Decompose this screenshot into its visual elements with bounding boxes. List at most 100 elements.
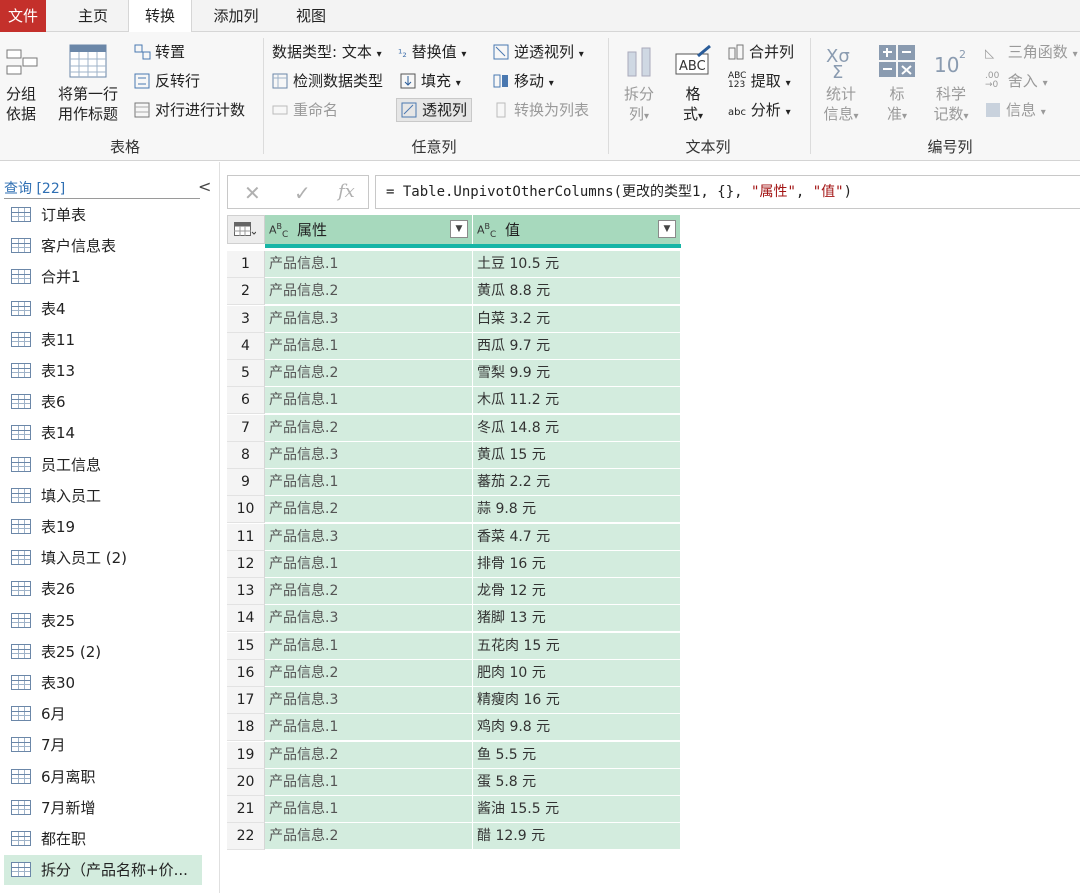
unpivot-columns-button[interactable]: 逆透视列 ▾: [493, 41, 584, 66]
cell-attribute[interactable]: 产品信息.2: [265, 741, 473, 769]
cell-attribute[interactable]: 产品信息.3: [265, 441, 473, 469]
cancel-icon[interactable]: ✕: [244, 181, 261, 205]
data-type-dropdown[interactable]: 数据类型: 文本 ▾: [272, 41, 382, 66]
row-number[interactable]: 16: [227, 659, 265, 687]
query-item[interactable]: 表6: [4, 387, 202, 417]
cell-attribute[interactable]: 产品信息.3: [265, 305, 473, 333]
cell-attribute[interactable]: 产品信息.1: [265, 550, 473, 578]
row-number[interactable]: 12: [227, 550, 265, 578]
convert-to-list-button[interactable]: 转换为列表: [493, 99, 589, 121]
row-number[interactable]: 11: [227, 523, 265, 551]
cell-value[interactable]: 冬瓜 14.8 元: [473, 414, 681, 442]
cell-value[interactable]: 蛋 5.8 元: [473, 768, 681, 796]
text-type-icon[interactable]: ABC: [477, 222, 496, 240]
cell-attribute[interactable]: 产品信息.2: [265, 659, 473, 687]
cell-attribute[interactable]: 产品信息.2: [265, 360, 473, 387]
count-rows-button[interactable]: 对行进行计数: [134, 99, 245, 121]
table-row[interactable]: 10 产品信息.2 蒜 9.8 元: [227, 496, 681, 524]
table-row[interactable]: 7 产品信息.2 冬瓜 14.8 元: [227, 414, 681, 442]
cell-value[interactable]: 肥肉 10 元: [473, 659, 681, 687]
row-number[interactable]: 9: [227, 469, 265, 496]
cell-value[interactable]: 木瓜 11.2 元: [473, 387, 681, 415]
row-number[interactable]: 2: [227, 278, 265, 306]
table-row[interactable]: 22 产品信息.2 醋 12.9 元: [227, 823, 681, 851]
formula-input[interactable]: = Table.UnpivotOtherColumns(更改的类型1, {}, …: [375, 175, 1080, 209]
row-number[interactable]: 13: [227, 578, 265, 605]
cell-value[interactable]: 鱼 5.5 元: [473, 741, 681, 769]
query-item[interactable]: 表14: [4, 418, 202, 448]
cell-attribute[interactable]: 产品信息.3: [265, 523, 473, 551]
table-row[interactable]: 15 产品信息.1 五花肉 15 元: [227, 632, 681, 660]
table-row[interactable]: 2 产品信息.2 黄瓜 8.8 元: [227, 278, 681, 306]
query-item[interactable]: 都在职: [4, 824, 202, 854]
format-button[interactable]: ABC 格 式▾: [670, 44, 716, 127]
cell-attribute[interactable]: 产品信息.1: [265, 387, 473, 415]
query-item[interactable]: 员工信息: [4, 450, 202, 480]
query-item[interactable]: 订单表: [4, 200, 202, 230]
cell-value[interactable]: 蒜 9.8 元: [473, 496, 681, 524]
replace-values-button[interactable]: ¹₂ 替换值 ▾: [398, 41, 466, 66]
function-fx-icon[interactable]: fx: [338, 181, 355, 202]
cell-value[interactable]: 土豆 10.5 元: [473, 251, 681, 278]
table-row[interactable]: 13 产品信息.2 龙骨 12 元: [227, 578, 681, 605]
cell-value[interactable]: 鸡肉 9.8 元: [473, 714, 681, 742]
query-item[interactable]: 拆分（产品名称+价...: [4, 855, 202, 886]
statistics-button[interactable]: Xσ Σ 统计 信息▾: [818, 44, 864, 127]
tab-home[interactable]: 主页: [62, 0, 124, 32]
confirm-check-icon[interactable]: ✓: [294, 181, 311, 205]
split-column-button[interactable]: 拆分 列▾: [616, 44, 662, 127]
filter-dropdown-icon[interactable]: ▼: [658, 220, 676, 238]
rename-button[interactable]: 重命名: [272, 99, 338, 121]
query-item[interactable]: 6月: [4, 699, 202, 729]
query-item[interactable]: 表25 (2): [4, 637, 202, 667]
row-number[interactable]: 20: [227, 768, 265, 796]
cell-value[interactable]: 西瓜 9.7 元: [473, 332, 681, 360]
filter-dropdown-icon[interactable]: ▼: [450, 220, 468, 238]
cell-attribute[interactable]: 产品信息.3: [265, 605, 473, 633]
row-number[interactable]: 7: [227, 414, 265, 442]
row-number[interactable]: 1: [227, 251, 265, 278]
cell-value[interactable]: 龙骨 12 元: [473, 578, 681, 605]
tab-view[interactable]: 视图: [280, 0, 342, 32]
table-row[interactable]: 18 产品信息.1 鸡肉 9.8 元: [227, 714, 681, 742]
table-row[interactable]: 21 产品信息.1 酱油 15.5 元: [227, 796, 681, 823]
query-item[interactable]: 填入员工: [4, 481, 202, 511]
rounding-button[interactable]: .00 →0 舍入 ▾: [985, 70, 1048, 95]
table-menu-button[interactable]: [227, 215, 265, 244]
table-row[interactable]: 4 产品信息.1 西瓜 9.7 元: [227, 332, 681, 360]
row-number[interactable]: 14: [227, 605, 265, 633]
cell-value[interactable]: 醋 12.9 元: [473, 823, 681, 851]
cell-value[interactable]: 精瘦肉 16 元: [473, 687, 681, 714]
table-row[interactable]: 8 产品信息.3 黄瓜 15 元: [227, 441, 681, 469]
pivot-column-button[interactable]: 透视列: [396, 98, 473, 122]
cell-attribute[interactable]: 产品信息.1: [265, 251, 473, 278]
query-item[interactable]: 6月离职: [4, 762, 202, 792]
cell-value[interactable]: 排骨 16 元: [473, 550, 681, 578]
query-item[interactable]: 表4: [4, 294, 202, 324]
cell-value[interactable]: 蕃茄 2.2 元: [473, 469, 681, 496]
tab-transform[interactable]: 转换: [128, 0, 192, 33]
query-item[interactable]: 表26: [4, 574, 202, 604]
row-number[interactable]: 8: [227, 441, 265, 469]
row-number[interactable]: 18: [227, 714, 265, 742]
query-item[interactable]: 表25: [4, 606, 202, 636]
move-button[interactable]: 移动 ▾: [493, 70, 554, 95]
collapse-pane-icon[interactable]: <: [198, 177, 211, 196]
cell-value[interactable]: 雪梨 9.9 元: [473, 360, 681, 387]
row-number[interactable]: 21: [227, 796, 265, 823]
query-item[interactable]: 填入员工 (2): [4, 543, 202, 573]
row-number[interactable]: 3: [227, 305, 265, 333]
cell-attribute[interactable]: 产品信息.1: [265, 332, 473, 360]
cell-attribute[interactable]: 产品信息.1: [265, 714, 473, 742]
text-type-icon[interactable]: ABC: [269, 222, 288, 240]
table-row[interactable]: 20 产品信息.1 蛋 5.8 元: [227, 768, 681, 796]
detect-data-type-button[interactable]: 检测数据类型: [272, 70, 383, 92]
row-number[interactable]: 17: [227, 687, 265, 714]
row-number[interactable]: 6: [227, 387, 265, 415]
pane-divider[interactable]: [219, 162, 220, 893]
query-item[interactable]: 客户信息表: [4, 231, 202, 261]
transpose-button[interactable]: 转置: [134, 41, 185, 63]
cell-attribute[interactable]: 产品信息.2: [265, 278, 473, 306]
cell-attribute[interactable]: 产品信息.1: [265, 469, 473, 496]
row-number[interactable]: 5: [227, 360, 265, 387]
